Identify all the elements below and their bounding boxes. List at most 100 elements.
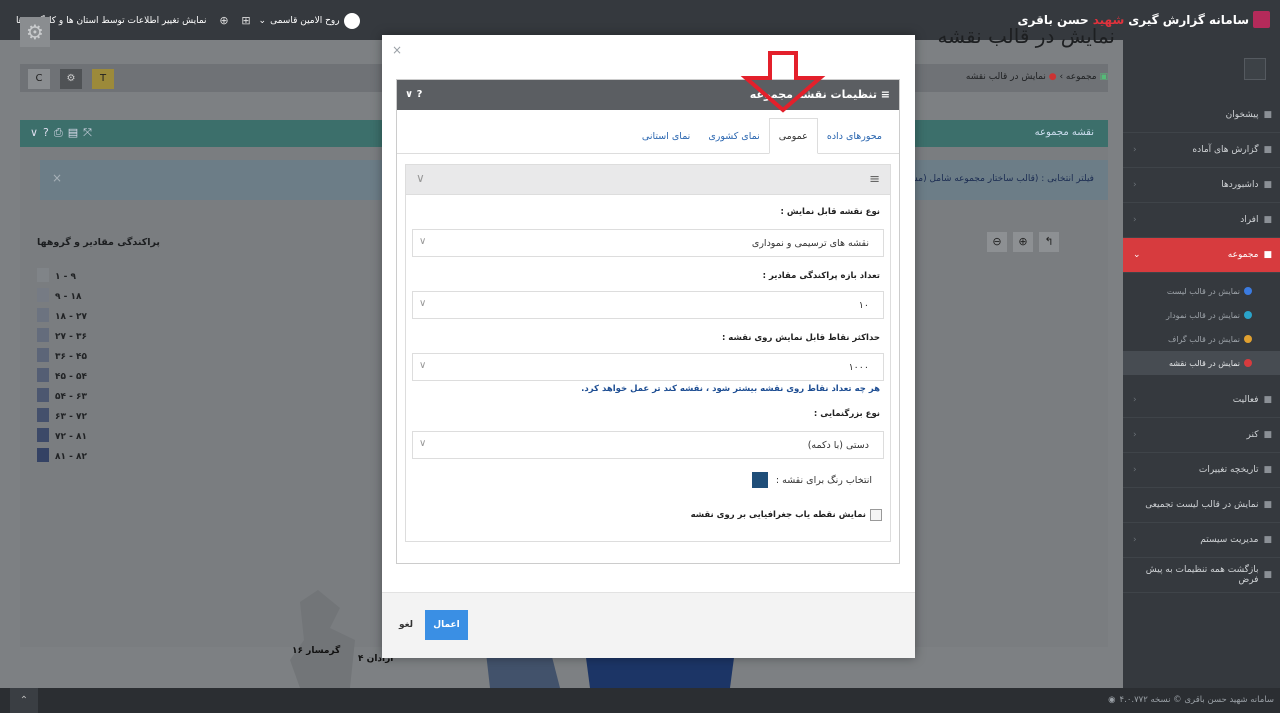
sidebar-item-label-wrap: ■ بازگشت همه تنظیمات به پیش فرض xyxy=(1133,565,1272,585)
org-chart-icon[interactable]: ⊞ xyxy=(237,15,250,27)
modal-panel: ∨ ? ≡ تنظیمات نقشه مجموعه محورهای داده عم… xyxy=(396,79,900,564)
sidebar-subitem[interactable]: نمایش در قالب نقشه xyxy=(1123,351,1280,375)
zoom-type-select[interactable]: دستی (با دکمه) ∨ xyxy=(412,431,884,459)
legend-swatch xyxy=(37,348,49,362)
sidebar-item[interactable]: ■ کنر ‹ xyxy=(1123,418,1280,453)
scroll-up-button[interactable]: ⌃ xyxy=(10,688,38,713)
modal-tab[interactable]: نمای کشوری xyxy=(699,118,768,154)
refresh-button[interactable]: C xyxy=(28,69,50,89)
chevron-down-icon: ⌄ xyxy=(258,16,267,26)
sidebar-item[interactable]: ■ تاریخچه تغییرات ‹ xyxy=(1123,453,1280,488)
legend-range: ۴۵ - ۵۴ xyxy=(55,372,87,382)
zoom-out-icon[interactable]: ⊖ xyxy=(987,232,1007,252)
legend-row: ۷۲ - ۸۱ xyxy=(37,422,197,442)
legend-range: ۹ - ۱۸ xyxy=(55,292,82,302)
sidebar-subitem[interactable]: نمایش در قالب نمودار xyxy=(1123,303,1280,327)
legend-swatch xyxy=(37,368,49,382)
chevron-icon: ‹ xyxy=(1133,465,1137,475)
sidebar-item-label: تاریخچه تغییرات xyxy=(1198,465,1259,475)
sidebar-item-label-wrap: ■ پیشخوان xyxy=(1226,110,1272,120)
sidebar-item-label-wrap: ■ گزارش های آماده xyxy=(1192,145,1272,155)
map-color-label: انتخاب رنگ برای نقشه : xyxy=(775,474,872,486)
subitem-icon xyxy=(1244,287,1252,295)
map-label-1: گرمسار ۱۶ xyxy=(292,646,341,656)
maxpoints-select[interactable]: ۱۰۰۰ ∨ xyxy=(412,353,884,381)
close-icon[interactable]: × xyxy=(52,171,62,185)
sidebar-item[interactable]: ■ نمایش در قالب لیست تجمیعی xyxy=(1123,488,1280,523)
sidebar-item-label: بازگشت همه تنظیمات به پیش فرض xyxy=(1145,565,1259,585)
apply-button[interactable]: اعمال xyxy=(425,610,468,640)
sidebar-item-icon: ■ xyxy=(1263,110,1272,120)
sidebar-item-icon: ■ xyxy=(1263,215,1272,225)
legend-swatch xyxy=(37,288,49,302)
map-type-select[interactable]: نقشه های ترسیمی و نموداری ∨ xyxy=(412,229,884,257)
sidebar-subitem[interactable]: نمایش در قالب لیست xyxy=(1123,279,1280,303)
cancel-button[interactable]: لغو xyxy=(392,610,420,640)
legend-row: ۶۳ - ۷۲ xyxy=(37,402,197,422)
sidebar-item[interactable]: ■ افراد ‹ xyxy=(1123,203,1280,238)
footer: ⌃ سامانه شهید حسن باقری © نسخه ۴.۰.۷۷۲ ◉ xyxy=(0,688,1280,713)
zoom-in-icon[interactable]: ⊕ xyxy=(1013,232,1033,252)
legend-range: ۲۷ - ۳۶ xyxy=(55,332,87,342)
breadcrumb-root[interactable]: مجموعه xyxy=(1066,72,1097,82)
sidebar-item-label: پیشخوان xyxy=(1225,110,1259,120)
chevron-down-icon[interactable]: ∨ xyxy=(416,171,425,185)
user-menu[interactable]: روح الامین قاسمی ⌄ xyxy=(259,13,360,29)
sidebar-item[interactable]: ■ پیشخوان xyxy=(1123,98,1280,133)
legend-row: ۱ - ۹ xyxy=(37,262,197,282)
legend-range: ۱ - ۹ xyxy=(55,272,76,282)
geo-locator-row: نمایش نقطه یاب جغرافیایی بر روی نقشه xyxy=(691,509,882,521)
sidebar-item[interactable]: ■ بازگشت همه تنظیمات به پیش فرض xyxy=(1123,558,1280,593)
sidebar-item-label: کنر xyxy=(1246,430,1259,440)
modal-tab[interactable]: نمای استانی xyxy=(633,118,699,154)
map-zoom-controls: ⊖ ⊕ ↰ xyxy=(987,232,1059,252)
sidebar-subitem-label: نمایش در قالب نمودار xyxy=(1166,310,1240,320)
gear-icon[interactable]: ⚙ xyxy=(20,17,50,47)
ranges-select[interactable]: ۱۰ ∨ xyxy=(412,291,884,319)
legend-title: پراکندگی مقادیر و گروهها xyxy=(37,237,160,248)
modal-tab[interactable]: عمومی xyxy=(768,118,818,154)
sidebar-item-label: گزارش های آماده xyxy=(1192,145,1259,155)
subitem-icon xyxy=(1244,359,1252,367)
legend-row: ۲۷ - ۳۶ xyxy=(37,322,197,342)
geo-locator-checkbox[interactable] xyxy=(870,509,882,521)
sidebar-subitem[interactable]: نمایش در قالب گراف xyxy=(1123,327,1280,351)
sidebar-item-label: داشبوردها xyxy=(1221,180,1259,190)
sidebar-item-label-wrap: ■ داشبوردها xyxy=(1221,180,1272,190)
close-icon[interactable]: × xyxy=(392,43,402,57)
user-name: روح الامین قاسمی xyxy=(270,16,340,26)
sidebar-toggle-button[interactable] xyxy=(1244,58,1266,80)
sidebar-item-label-wrap: ■ تاریخچه تغییرات xyxy=(1199,465,1272,475)
version-icon: ◉ xyxy=(1108,695,1116,705)
sidebar-item-label-wrap: ■ مدیریت سیستم xyxy=(1200,535,1272,545)
sidebar-subitem-label: نمایش در قالب گراف xyxy=(1167,334,1240,344)
map-color-picker[interactable] xyxy=(751,472,768,488)
sidebar-item[interactable]: ■ مجموعه ⌄ xyxy=(1123,238,1280,273)
sidebar-item[interactable]: ■ گزارش های آماده ‹ xyxy=(1123,133,1280,168)
sidebar-item-label: نمایش در قالب لیست تجمیعی xyxy=(1145,500,1259,510)
sidebar-item[interactable]: ■ داشبوردها ‹ xyxy=(1123,168,1280,203)
modal-footer: اعمال لغو xyxy=(382,592,915,658)
filter-button[interactable]: T xyxy=(92,69,114,89)
avatar xyxy=(343,13,360,29)
chevron-down-icon: ∨ xyxy=(419,298,427,309)
legend-swatch xyxy=(37,428,49,442)
map-region-shape[interactable] xyxy=(260,590,400,688)
menu-icon[interactable]: ≡ xyxy=(869,172,880,187)
sidebar-item[interactable]: ■ مدیریت سیستم ‹ xyxy=(1123,523,1280,558)
modal-tab[interactable]: محورهای داده xyxy=(818,118,891,154)
sidebar-item[interactable]: ■ فعالیت ‹ xyxy=(1123,383,1280,418)
map-pin-icon: ● xyxy=(1048,72,1057,82)
chevron-down-icon: ∨ xyxy=(419,236,427,247)
panel-tools-icon[interactable]: ∨?⎙▤⤧ xyxy=(30,126,97,140)
zoom-type-value: دستی (با دکمه) xyxy=(807,440,869,451)
collapse-help-icon[interactable]: ∨ ? xyxy=(405,89,422,100)
settings-button[interactable]: ⚙ xyxy=(60,69,82,89)
legend-swatch xyxy=(37,388,49,402)
sidebar-item-label: مدیریت سیستم xyxy=(1200,535,1259,545)
sidebar-item-label-wrap: ■ افراد xyxy=(1240,215,1272,225)
map-panel-title: نقشه مجموعه xyxy=(1034,127,1094,138)
refresh-globe-icon[interactable]: ⊕ xyxy=(215,15,228,27)
sidebar-item-icon: ■ xyxy=(1263,535,1272,545)
back-arrow-icon[interactable]: ↰ xyxy=(1039,232,1059,252)
